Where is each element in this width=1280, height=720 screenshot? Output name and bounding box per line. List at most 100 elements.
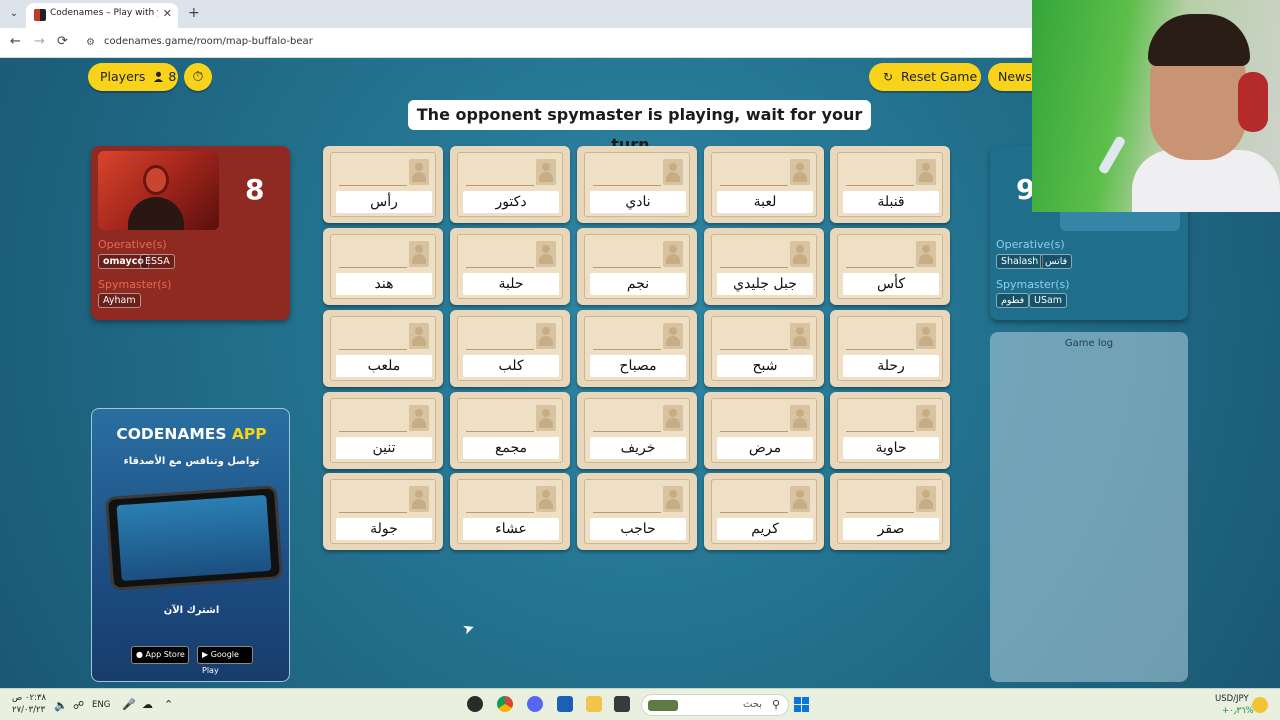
app-store-label: App Store [145,650,185,659]
card-word: رحلة [843,355,939,377]
word-card[interactable]: مصباح [577,310,697,387]
blue-spymaster-chip: فطوم [996,293,1030,308]
card-avatar-icon [790,486,810,512]
close-tab-icon[interactable]: ✕ [163,7,172,20]
card-word: شبح [717,355,813,377]
back-button[interactable]: ← [10,34,21,49]
word-card[interactable]: نجم [577,228,697,305]
folder-icon[interactable] [586,696,602,712]
google-play-button[interactable]: ▶ Google Play [197,646,253,675]
language-indicator[interactable]: ENG [92,700,110,710]
taskbar-search[interactable]: بحث ⚲ [641,694,789,716]
chevron-up-icon[interactable]: ⌃ [164,698,173,711]
blue-operative-chip: Shalash [996,254,1044,269]
word-card[interactable]: دكتور [450,146,570,223]
store-icon[interactable] [557,696,573,712]
turn-status-message: The opponent spymaster is playing, wait … [408,100,871,154]
terminal-icon[interactable] [614,696,630,712]
word-card[interactable]: كلب [450,310,570,387]
app-store-button[interactable]: ● App Store [131,646,189,664]
game-log-panel[interactable]: Game log [990,332,1188,682]
reload-button[interactable]: ⟳ [57,34,68,49]
word-card[interactable]: كأس [830,228,950,305]
word-card[interactable]: عشاء [450,473,570,550]
card-word: رأس [336,191,432,213]
chrome-icon[interactable] [497,696,513,712]
ad-cta[interactable]: اشترك الآن [92,605,289,616]
word-card[interactable]: حاجب [577,473,697,550]
card-avatar-icon [916,159,936,185]
card-avatar-icon [790,323,810,349]
word-card[interactable]: لعبة [704,146,824,223]
codenames-favicon-icon [34,9,46,21]
card-avatar-icon [663,405,683,431]
blue-spymasters-label: Spymaster(s) [996,278,1070,291]
word-card[interactable]: صقر [830,473,950,550]
currency-change[interactable]: +٠٫٣٦% [1222,706,1254,716]
word-card[interactable]: رأس [323,146,443,223]
card-avatar-icon [916,323,936,349]
microphone-icon[interactable]: 🎤 [122,698,136,711]
url-field[interactable]: codenames.game/room/map-buffalo-bear [104,36,313,47]
word-card[interactable]: كريم [704,473,824,550]
card-word: جبل جليدي [717,273,813,295]
word-card[interactable]: مرض [704,392,824,469]
word-card[interactable]: مجمع [450,392,570,469]
browser-tab[interactable]: Codenames – Play with your Fr ✕ [26,3,178,28]
clock-date[interactable]: ٢٧/٠٣/٢٣ [12,705,45,715]
red-team-avatar [98,151,219,230]
site-info-icon[interactable]: ⚙ [86,37,95,48]
card-avatar-icon [916,405,936,431]
clock-time[interactable]: ٠٢:٣٨ ص [12,693,46,703]
word-card[interactable]: جولة [323,473,443,550]
windows-start-icon[interactable] [794,697,809,712]
word-card[interactable]: حلبة [450,228,570,305]
cloud-icon[interactable]: ☁ [142,698,153,711]
card-avatar-icon [790,159,810,185]
play-icon: ▶ [202,650,211,659]
ad-title: CODENAMES APP [92,425,289,443]
card-avatar-icon [409,241,429,267]
forward-button[interactable]: → [34,34,45,49]
word-card[interactable]: رحلة [830,310,950,387]
card-avatar-icon [663,323,683,349]
card-avatar-icon [790,405,810,431]
search-icon: ⚲ [771,698,780,711]
card-avatar-icon [536,323,556,349]
weather-widget-icon[interactable] [1252,697,1268,713]
red-operatives-label: Operative(s) [98,238,167,251]
card-word: حلبة [463,273,559,295]
players-button[interactable]: Players 8 [88,63,178,91]
new-tab-button[interactable]: + [188,5,200,21]
card-avatar-icon [790,241,810,267]
reset-game-button[interactable]: ↻ Reset Game [869,63,981,91]
network-icon[interactable]: ☍ [73,699,84,712]
card-word: حاوية [843,437,939,459]
word-card[interactable]: خريف [577,392,697,469]
tab-list-button[interactable]: ⌄ [6,6,22,22]
word-card[interactable]: قنبلة [830,146,950,223]
card-avatar-icon [536,241,556,267]
discord-icon[interactable] [527,696,543,712]
card-word: دكتور [463,191,559,213]
word-card[interactable]: هند [323,228,443,305]
card-word: نادي [590,191,686,213]
word-card[interactable]: جبل جليدي [704,228,824,305]
word-card[interactable]: شبح [704,310,824,387]
card-word: خريف [590,437,686,459]
codenames-app-ad[interactable]: CODENAMES APP تواصل وتنافس مع الأصدقاء ا… [91,408,290,682]
reset-game-label: Reset Game [901,69,978,84]
obs-icon[interactable] [467,696,483,712]
tab-title: Codenames – Play with your Fr [50,8,158,18]
word-card[interactable]: حاوية [830,392,950,469]
speaker-icon[interactable]: 🔈 [54,699,68,712]
blue-spymaster-chip: USam [1029,293,1068,308]
word-card[interactable]: نادي [577,146,697,223]
players-count: 8 [168,69,177,84]
timer-button[interactable]: ⏱ [184,63,212,91]
word-card[interactable]: ملعب [323,310,443,387]
card-word: مرض [717,437,813,459]
word-card[interactable]: تنين [323,392,443,469]
currency-pair[interactable]: USD/JPY [1215,694,1249,704]
card-avatar-icon [409,323,429,349]
